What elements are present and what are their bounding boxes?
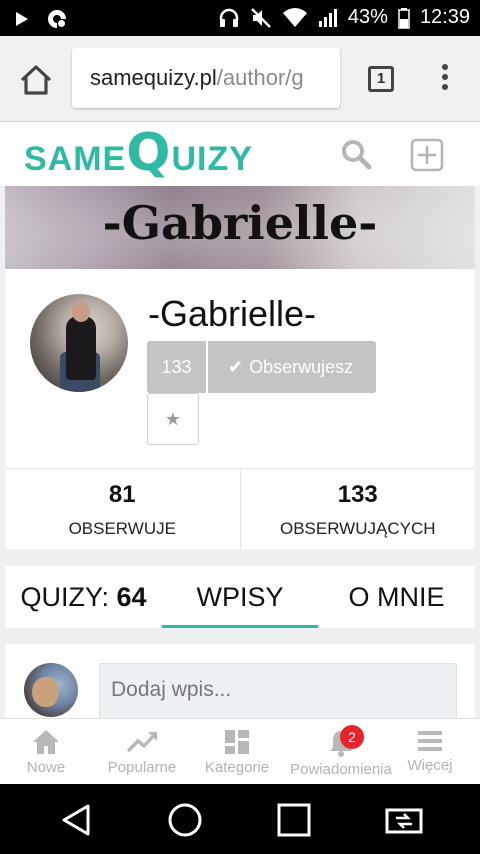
nav-label: Kategorie xyxy=(204,759,270,776)
add-icon[interactable] xyxy=(410,138,444,172)
stat-value: 81 xyxy=(108,481,136,508)
star-icon: ★ xyxy=(164,409,182,429)
tabs-icon[interactable]: 1 xyxy=(368,66,394,92)
tab-quizy-count: 64 xyxy=(116,582,147,612)
nav-label: Nowe xyxy=(26,759,66,776)
tab-quizy-label: QUIZY: xyxy=(20,582,109,612)
battery-icon xyxy=(398,7,410,29)
browser-toolbar: samequizy.pl/author/g 1 xyxy=(0,36,480,122)
logo-q: Q xyxy=(126,123,172,183)
cover-title: -Gabrielle- xyxy=(102,196,378,250)
following-button-label: Obserwujesz xyxy=(249,357,354,377)
nav-item-wiecej[interactable]: Więcej xyxy=(402,719,458,785)
url-domain: samequizy.pl xyxy=(90,65,217,90)
follower-count-button[interactable]: 133 xyxy=(147,341,208,393)
tab-count: 1 xyxy=(376,70,386,87)
url-bar[interactable]: samequizy.pl/author/g xyxy=(72,48,340,108)
site-header: SAMEQUIZY xyxy=(0,122,480,186)
more-vert-icon[interactable] xyxy=(438,64,452,96)
avatar xyxy=(30,294,128,392)
new-post-input[interactable]: Dodaj wpis... xyxy=(99,663,457,724)
nav-label: Powiadomienia xyxy=(290,761,392,778)
home-icon xyxy=(33,730,59,754)
tab-wpisy-label: WPISY xyxy=(196,582,284,612)
trending-icon xyxy=(126,732,157,753)
recents-icon[interactable] xyxy=(276,802,312,838)
profile-stats: 81 OBSERWUJE 133 OBSERWUJĄCYCH xyxy=(5,468,475,550)
battery-percent: 43% xyxy=(347,6,388,28)
profile-tabs: QUIZY: 64 WPISY O MNIE xyxy=(5,566,475,628)
home-icon[interactable] xyxy=(18,62,54,98)
check-icon: ✔ xyxy=(228,357,244,377)
following-button[interactable]: ✔ Obserwujesz xyxy=(208,341,376,393)
nav-item-kategorie[interactable]: Kategorie xyxy=(198,719,276,785)
tab-o-mnie-label: O MNIE xyxy=(348,582,445,612)
mute-icon xyxy=(251,7,271,28)
cover-banner: -Gabrielle- xyxy=(5,186,475,269)
search-icon[interactable] xyxy=(340,138,372,170)
user-avatar xyxy=(24,663,78,717)
back-icon[interactable] xyxy=(58,802,94,838)
logo-rest: UIZY xyxy=(171,140,253,178)
site-logo[interactable]: SAMEQUIZY xyxy=(24,127,253,179)
status-bar: 43% 12:39 xyxy=(0,0,480,36)
stat-following[interactable]: 81 OBSERWUJE xyxy=(5,469,240,550)
nav-item-powiadomienia[interactable]: 2 Powiadomienia xyxy=(282,719,400,785)
screen-share-icon[interactable] xyxy=(384,802,424,838)
favorite-button[interactable]: ★ xyxy=(147,393,199,445)
tab-o-mnie[interactable]: O MNIE xyxy=(318,566,475,628)
stat-label: OBSERWUJĄCYCH xyxy=(279,519,436,538)
notification-badge: 2 xyxy=(340,725,364,749)
menu-icon xyxy=(418,731,442,751)
grid-icon xyxy=(225,730,249,754)
stat-value: 133 xyxy=(337,481,378,508)
clock: 12:39 xyxy=(419,6,470,28)
play-icon xyxy=(16,12,28,26)
signal-icon xyxy=(318,8,337,27)
stat-label: OBSERWUJE xyxy=(68,519,176,538)
home-circle-icon[interactable] xyxy=(167,802,203,838)
new-post-box: Dodaj wpis... xyxy=(5,644,475,724)
headphones-icon xyxy=(219,8,239,27)
active-tab-indicator xyxy=(162,625,318,628)
stat-followers[interactable]: 133 OBSERWUJĄCYCH xyxy=(239,469,476,550)
nav-item-nowe[interactable]: Nowe xyxy=(16,719,76,785)
follow-button-group[interactable]: 133 ✔ Obserwujesz xyxy=(147,341,376,393)
url-path: /author/g xyxy=(216,65,304,90)
sync-icon xyxy=(48,10,66,28)
bottom-navigation: Nowe Popularne Kategorie 2 Powiadomienia… xyxy=(0,718,480,784)
tab-wpisy[interactable]: WPISY xyxy=(162,566,318,628)
wifi-icon xyxy=(282,7,307,27)
logo-same: SAME xyxy=(24,140,127,178)
tab-quizy[interactable]: QUIZY: 64 xyxy=(5,566,162,628)
system-navigation-bar xyxy=(0,784,480,854)
nav-label: Popularne xyxy=(107,759,177,776)
profile-name: -Gabrielle- xyxy=(148,293,317,334)
nav-label: Więcej xyxy=(407,757,453,774)
profile-card: -Gabrielle- 133 ✔ Obserwujesz ★ 81 OBSERW… xyxy=(5,269,475,550)
nav-item-popularne[interactable]: Popularne xyxy=(100,719,184,785)
